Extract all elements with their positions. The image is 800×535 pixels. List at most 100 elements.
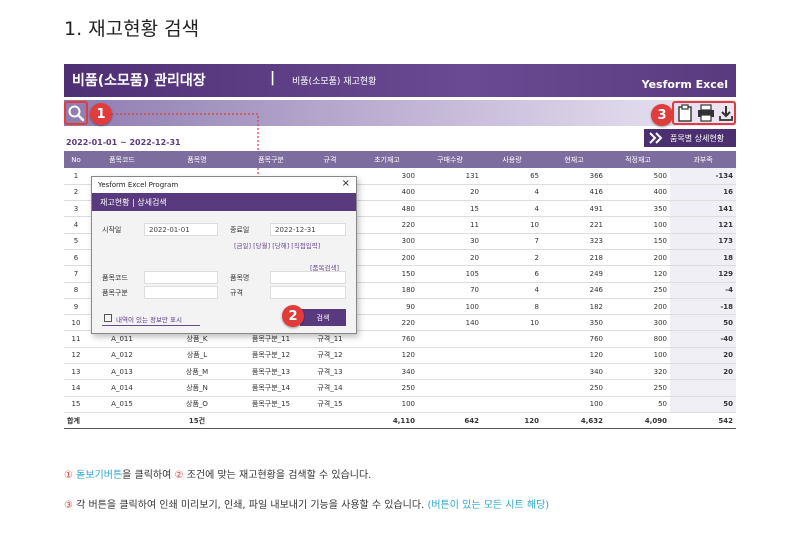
table-cell: 120 [542, 347, 606, 365]
column-header: 품목코드 [88, 151, 156, 168]
column-header: 초기재고 [356, 151, 418, 168]
item-detail-button[interactable]: 품목별 상세현황 [644, 129, 736, 147]
table-cell [418, 363, 482, 381]
close-icon[interactable]: × [342, 178, 350, 189]
table-cell [670, 379, 736, 397]
table-cell: 350 [542, 314, 606, 332]
table-cell: 상품_O [156, 396, 238, 413]
table-cell [482, 347, 542, 365]
column-header: 품목명 [156, 151, 238, 168]
note-circle-1: ① [64, 470, 73, 481]
table-cell: 249 [542, 265, 606, 283]
table-cell: 규격_15 [304, 396, 356, 413]
item-name-label: 품목명 [230, 274, 250, 282]
table-cell: 320 [606, 363, 670, 381]
table-cell [482, 379, 542, 397]
table-cell: 141 [670, 200, 736, 218]
table-cell: 760 [356, 330, 418, 348]
table-cell: 품목구분_15 [238, 396, 304, 413]
table-row: 14 A_014 상품_N 품목구분_14 규격_14 250 250 250 [64, 379, 736, 397]
table-cell: 100 [418, 298, 482, 316]
table-cell: 상품_M [156, 363, 238, 381]
callout-badge-3: 3 [651, 104, 673, 126]
table-cell: 300 [356, 233, 418, 250]
spec-field[interactable] [270, 286, 346, 299]
table-cell: 800 [606, 330, 670, 348]
item-code-field[interactable] [144, 271, 218, 284]
table-cell: 300 [356, 168, 418, 185]
table-header-row: No 품목코드 품목명 품목구분 규격 초기재고 구매수량 사용량 현재고 적정… [64, 151, 736, 168]
table-cell: 9 [64, 298, 88, 316]
table-cell: 218 [542, 249, 606, 267]
table-cell: 20 [670, 363, 736, 381]
table-cell: A_013 [88, 363, 156, 381]
table-cell: 491 [542, 200, 606, 218]
column-header: No [64, 151, 88, 168]
column-header: 현재고 [542, 151, 606, 168]
table-cell: 416 [542, 184, 606, 202]
search-button[interactable]: 검색 [300, 309, 346, 326]
item-type-field[interactable] [144, 286, 218, 299]
table-cell: 100 [606, 347, 670, 365]
table-cell: 품목구분_12 [238, 347, 304, 365]
note-magnifier-button-text: 돋보기버튼 [76, 470, 123, 481]
table-cell: 4 [482, 184, 542, 202]
table-cell: -40 [670, 330, 736, 348]
end-date-label: 종료일 [230, 226, 250, 234]
table-cell: 규격_14 [304, 379, 356, 397]
table-cell: 150 [356, 265, 418, 283]
total-cell: 4,090 [606, 411, 670, 430]
table-cell: 250 [606, 282, 670, 299]
table-cell: 250 [542, 379, 606, 397]
table-cell: 366 [542, 168, 606, 185]
clipboard-icon[interactable] [677, 104, 693, 126]
note-text: 각 버튼을 클릭하여 인쇄 미리보기, 인쇄, 파일 내보내기 기능을 사용할 … [76, 500, 425, 511]
table-cell: 1 [64, 168, 88, 185]
table-cell: 220 [356, 216, 418, 234]
records-only-checkbox[interactable] [104, 314, 112, 322]
total-cell: 542 [670, 411, 736, 430]
table-cell: 400 [356, 184, 418, 202]
table-cell: 200 [606, 298, 670, 316]
start-date-field[interactable]: 2022-01-01 [144, 223, 218, 236]
dialog-titlebar: Yesform Excel Program × [92, 177, 356, 193]
double-chevron-icon [649, 132, 663, 144]
table-cell: 480 [356, 200, 418, 218]
table-cell: 20 [670, 347, 736, 365]
table-cell: 250 [606, 379, 670, 397]
table-cell: 182 [542, 298, 606, 316]
column-header: 구매수량 [418, 151, 482, 168]
table-cell: 180 [356, 282, 418, 299]
table-cell: 340 [542, 363, 606, 381]
table-cell: A_012 [88, 347, 156, 365]
table-cell: 760 [542, 330, 606, 348]
column-header: 품목구분 [238, 151, 304, 168]
table-row: 12 A_012 상품_L 품목구분_12 규격_12 120 120 100 20 [64, 347, 736, 365]
note-scope-text: (버튼이 있는 모든 시트 해당) [427, 500, 550, 511]
table-cell: 100 [606, 216, 670, 234]
table-cell: 400 [606, 184, 670, 202]
table-cell: A_015 [88, 396, 156, 413]
quick-date-links[interactable]: [금일] [당월] [당해] [직접입력] [234, 240, 320, 250]
item-name-field[interactable] [270, 271, 346, 284]
table-cell [418, 347, 482, 365]
table-cell [482, 330, 542, 348]
search-dialog: Yesform Excel Program × 재고현황 | 상세검색 시작일 … [91, 176, 357, 334]
print-icon[interactable] [697, 104, 715, 126]
total-cell: 642 [418, 411, 482, 430]
total-cell: 4,110 [356, 411, 418, 430]
download-icon[interactable] [718, 104, 734, 126]
column-header: 적정재고 [606, 151, 670, 168]
note-text: 을 클릭하여 [122, 470, 172, 481]
table-cell: 3 [64, 200, 88, 218]
table-cell: 250 [356, 379, 418, 397]
table-cell: 10 [64, 314, 88, 332]
table-cell: 50 [670, 314, 736, 332]
table-cell [482, 396, 542, 413]
table-cell: 50 [606, 396, 670, 413]
table-cell: 20 [418, 184, 482, 202]
total-count-cell: 15건 [156, 411, 238, 430]
table-cell: 340 [356, 363, 418, 381]
column-header: 규격 [304, 151, 356, 168]
end-date-field[interactable]: 2022-12-31 [270, 223, 346, 236]
